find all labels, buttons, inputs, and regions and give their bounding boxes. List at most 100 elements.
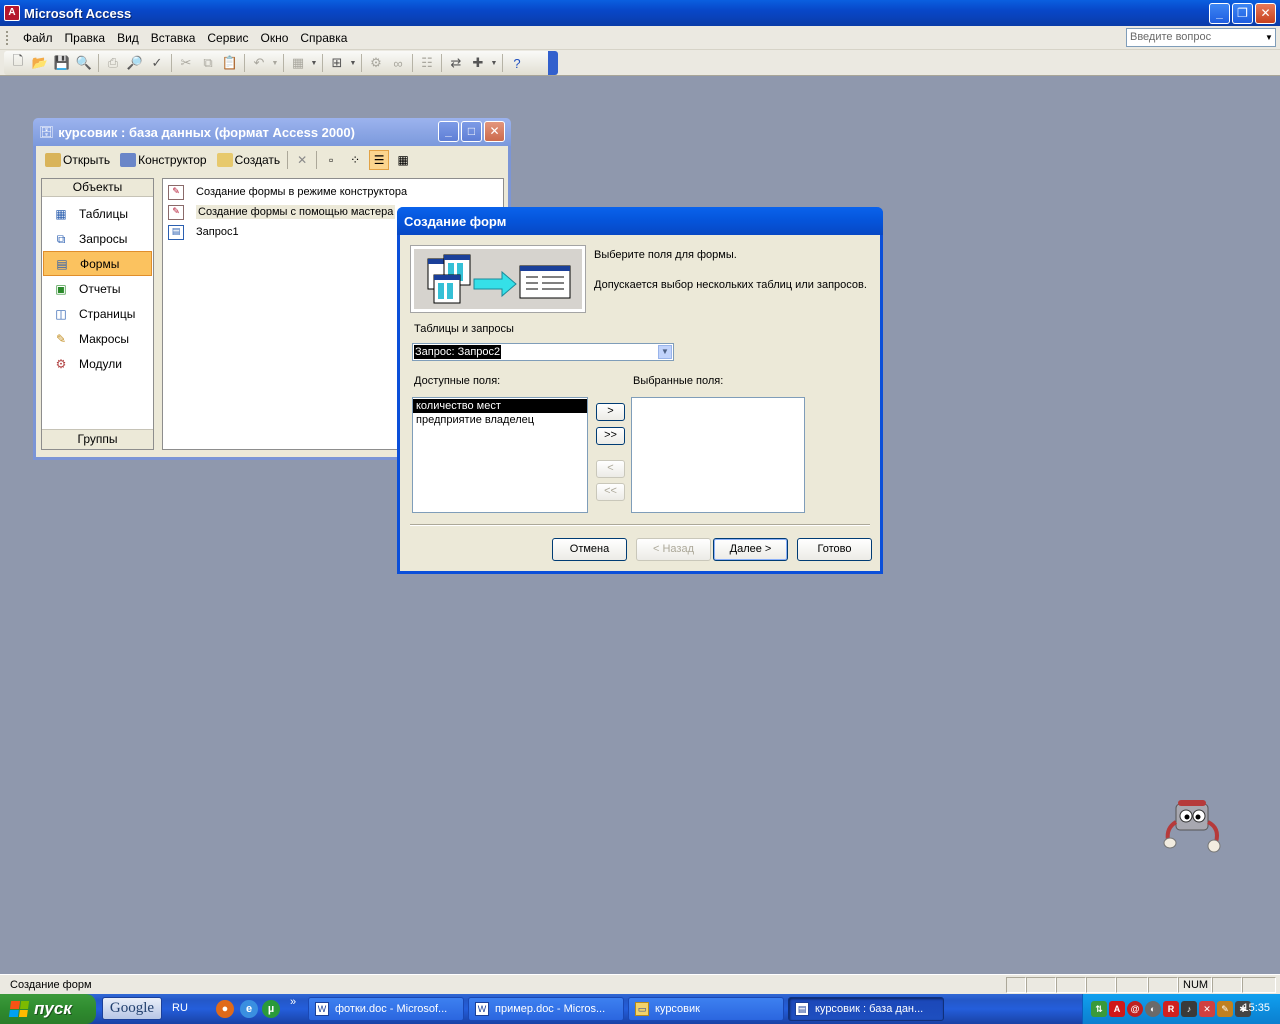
close-button[interactable]: ✕ — [1255, 3, 1276, 24]
status-bar: Создание форм NUM — [0, 974, 1280, 994]
large-icons-view-icon[interactable]: ▫ — [321, 150, 341, 170]
object-tables[interactable]: ▦ Таблицы — [43, 201, 152, 226]
print-icon[interactable]: ⎙ — [103, 53, 123, 73]
taskbar-task[interactable]: ▤ курсовик : база дан... — [788, 997, 944, 1021]
security-icon[interactable]: ✕ — [1199, 1001, 1215, 1017]
db-close-button[interactable]: ✕ — [484, 121, 505, 142]
menu-window[interactable]: Окно — [254, 29, 294, 47]
restore-button[interactable]: ❐ — [1232, 3, 1253, 24]
db-minimize-button[interactable]: _ — [438, 121, 459, 142]
chevron-down-icon[interactable]: ▼ — [658, 345, 672, 359]
object-pages[interactable]: ◫ Страницы — [43, 301, 152, 326]
wizard-title-bar[interactable]: Создание форм — [397, 207, 883, 235]
spelling-icon[interactable]: ✓ — [147, 53, 167, 73]
chevron-down-icon[interactable]: ▼ — [1263, 29, 1275, 46]
menu-edit[interactable]: Правка — [59, 29, 112, 47]
undo-dropdown-icon[interactable]: ▼ — [271, 53, 279, 73]
selected-fields-list[interactable] — [631, 397, 805, 513]
menu-grip[interactable] — [6, 30, 9, 45]
database-window-title-bar[interactable]: 🗄 курсовик : база данных (формат Access … — [33, 118, 511, 146]
small-icons-view-icon[interactable]: ⁘ — [345, 150, 365, 170]
taskbar-task[interactable]: ▭ курсовик — [628, 997, 784, 1021]
add-all-fields-button[interactable]: >> — [596, 427, 625, 445]
cut-icon[interactable]: ✂ — [176, 53, 196, 73]
menu-insert[interactable]: Вставка — [145, 29, 202, 47]
undo-icon[interactable]: ↶ — [249, 53, 269, 73]
open-button[interactable]: Открыть — [42, 151, 113, 169]
finish-button[interactable]: Готово — [797, 538, 872, 561]
list-item[interactable]: предприятие владелец — [413, 413, 587, 427]
acrobat-icon[interactable]: R — [1163, 1001, 1179, 1017]
list-item[interactable]: ✎ Создание формы в режиме конструктора — [163, 182, 503, 202]
copy-icon[interactable]: ⧉ — [198, 53, 218, 73]
back-button[interactable]: < Назад — [636, 538, 711, 561]
properties-icon[interactable]: ☷ — [417, 53, 437, 73]
help-icon[interactable]: ? — [507, 53, 527, 73]
tables-queries-select[interactable]: Запрос: Запрос2 ▼ — [412, 343, 674, 361]
utility-icon[interactable]: ◐ — [1145, 1001, 1161, 1017]
menu-help[interactable]: Справка — [294, 29, 353, 47]
objects-header[interactable]: Объекты — [42, 179, 153, 197]
object-queries[interactable]: ⧉ Запросы — [43, 226, 152, 251]
minimize-button[interactable]: _ — [1209, 3, 1230, 24]
cancel-button[interactable]: Отмена — [552, 538, 627, 561]
remove-field-button[interactable]: < — [596, 460, 625, 478]
firefox-icon[interactable]: ● — [216, 1000, 234, 1018]
relationships-icon[interactable]: ⇄ — [446, 53, 466, 73]
object-modules[interactable]: ⚙ Модули — [43, 351, 152, 376]
list-view-icon[interactable]: ☰ — [369, 150, 390, 170]
access-app-icon[interactable]: A — [4, 5, 20, 21]
menu-tools[interactable]: Сервис — [201, 29, 254, 47]
toolbar-options-icon[interactable] — [548, 51, 558, 75]
details-view-icon[interactable]: ▦ — [393, 150, 413, 170]
analyze-icon[interactable]: ⊞ — [327, 53, 347, 73]
office-assistant[interactable] — [1162, 798, 1226, 856]
browser-icon[interactable]: e — [240, 1000, 258, 1018]
start-button[interactable]: пуск — [0, 994, 96, 1024]
clock: 15:35 — [1242, 1002, 1270, 1014]
help-question-input[interactable]: Введите вопрос ▼ — [1126, 28, 1276, 47]
report-icon: ▣ — [55, 281, 67, 296]
taskbar-task[interactable]: W пример.doc - Micros... — [468, 997, 624, 1021]
save-icon[interactable]: 💾 — [52, 53, 72, 73]
paste-icon[interactable]: 📋 — [220, 53, 240, 73]
office-links-icon[interactable]: ▦ — [288, 53, 308, 73]
office-links-dropdown-icon[interactable]: ▼ — [310, 53, 318, 73]
remove-all-fields-button[interactable]: << — [596, 483, 625, 501]
add-field-button[interactable]: > — [596, 403, 625, 421]
utorrent-icon[interactable]: µ — [262, 1000, 280, 1018]
app-title-bar[interactable]: A Microsoft Access _ ❐ ✕ — [0, 0, 1280, 26]
object-reports[interactable]: ▣ Отчеты — [43, 276, 152, 301]
create-button[interactable]: Создать — [214, 151, 284, 169]
new-icon[interactable]: 🗋 — [8, 53, 28, 73]
code-icon[interactable]: ⚙ — [366, 53, 386, 73]
delete-icon[interactable]: ✕ — [292, 150, 312, 170]
taskbar-task[interactable]: W фотки.doc - Microsof... — [308, 997, 464, 1021]
open-icon[interactable]: 📂 — [30, 53, 50, 73]
google-toolbar[interactable]: Google — [102, 997, 162, 1020]
groups-footer[interactable]: Группы — [42, 429, 153, 449]
quicklaunch-more-icon[interactable]: » — [290, 996, 296, 1008]
network-icon[interactable]: ⇅ — [1091, 1001, 1107, 1017]
next-button[interactable]: Далее > — [713, 538, 788, 561]
new-object-dropdown-icon[interactable]: ▼ — [490, 53, 498, 73]
menu-file[interactable]: Файл — [17, 29, 59, 47]
analyze-dropdown-icon[interactable]: ▼ — [349, 53, 357, 73]
print-preview-icon[interactable]: 🔎 — [125, 53, 145, 73]
object-macros[interactable]: ✎ Макросы — [43, 326, 152, 351]
new-object-icon[interactable]: ✚ — [468, 53, 488, 73]
file-search-icon[interactable]: 🔍 — [74, 53, 94, 73]
db-maximize-button[interactable]: □ — [461, 121, 482, 142]
list-item[interactable]: количество мест — [413, 399, 587, 413]
language-indicator[interactable]: RU — [172, 1002, 188, 1014]
menu-view[interactable]: Вид — [111, 29, 145, 47]
antivirus-icon[interactable]: @ — [1127, 1001, 1143, 1017]
script-icon[interactable]: ∞ — [388, 53, 408, 73]
macro-icon: ✎ — [55, 331, 67, 346]
ati-icon[interactable]: A — [1109, 1001, 1125, 1017]
available-fields-list[interactable]: количество мест предприятие владелец — [412, 397, 588, 513]
tray-app-icon[interactable]: ✎ — [1217, 1001, 1233, 1017]
object-forms[interactable]: ▤ Формы — [43, 251, 152, 276]
volume-icon[interactable]: ♪ — [1181, 1001, 1197, 1017]
design-button[interactable]: Конструктор — [117, 151, 209, 169]
